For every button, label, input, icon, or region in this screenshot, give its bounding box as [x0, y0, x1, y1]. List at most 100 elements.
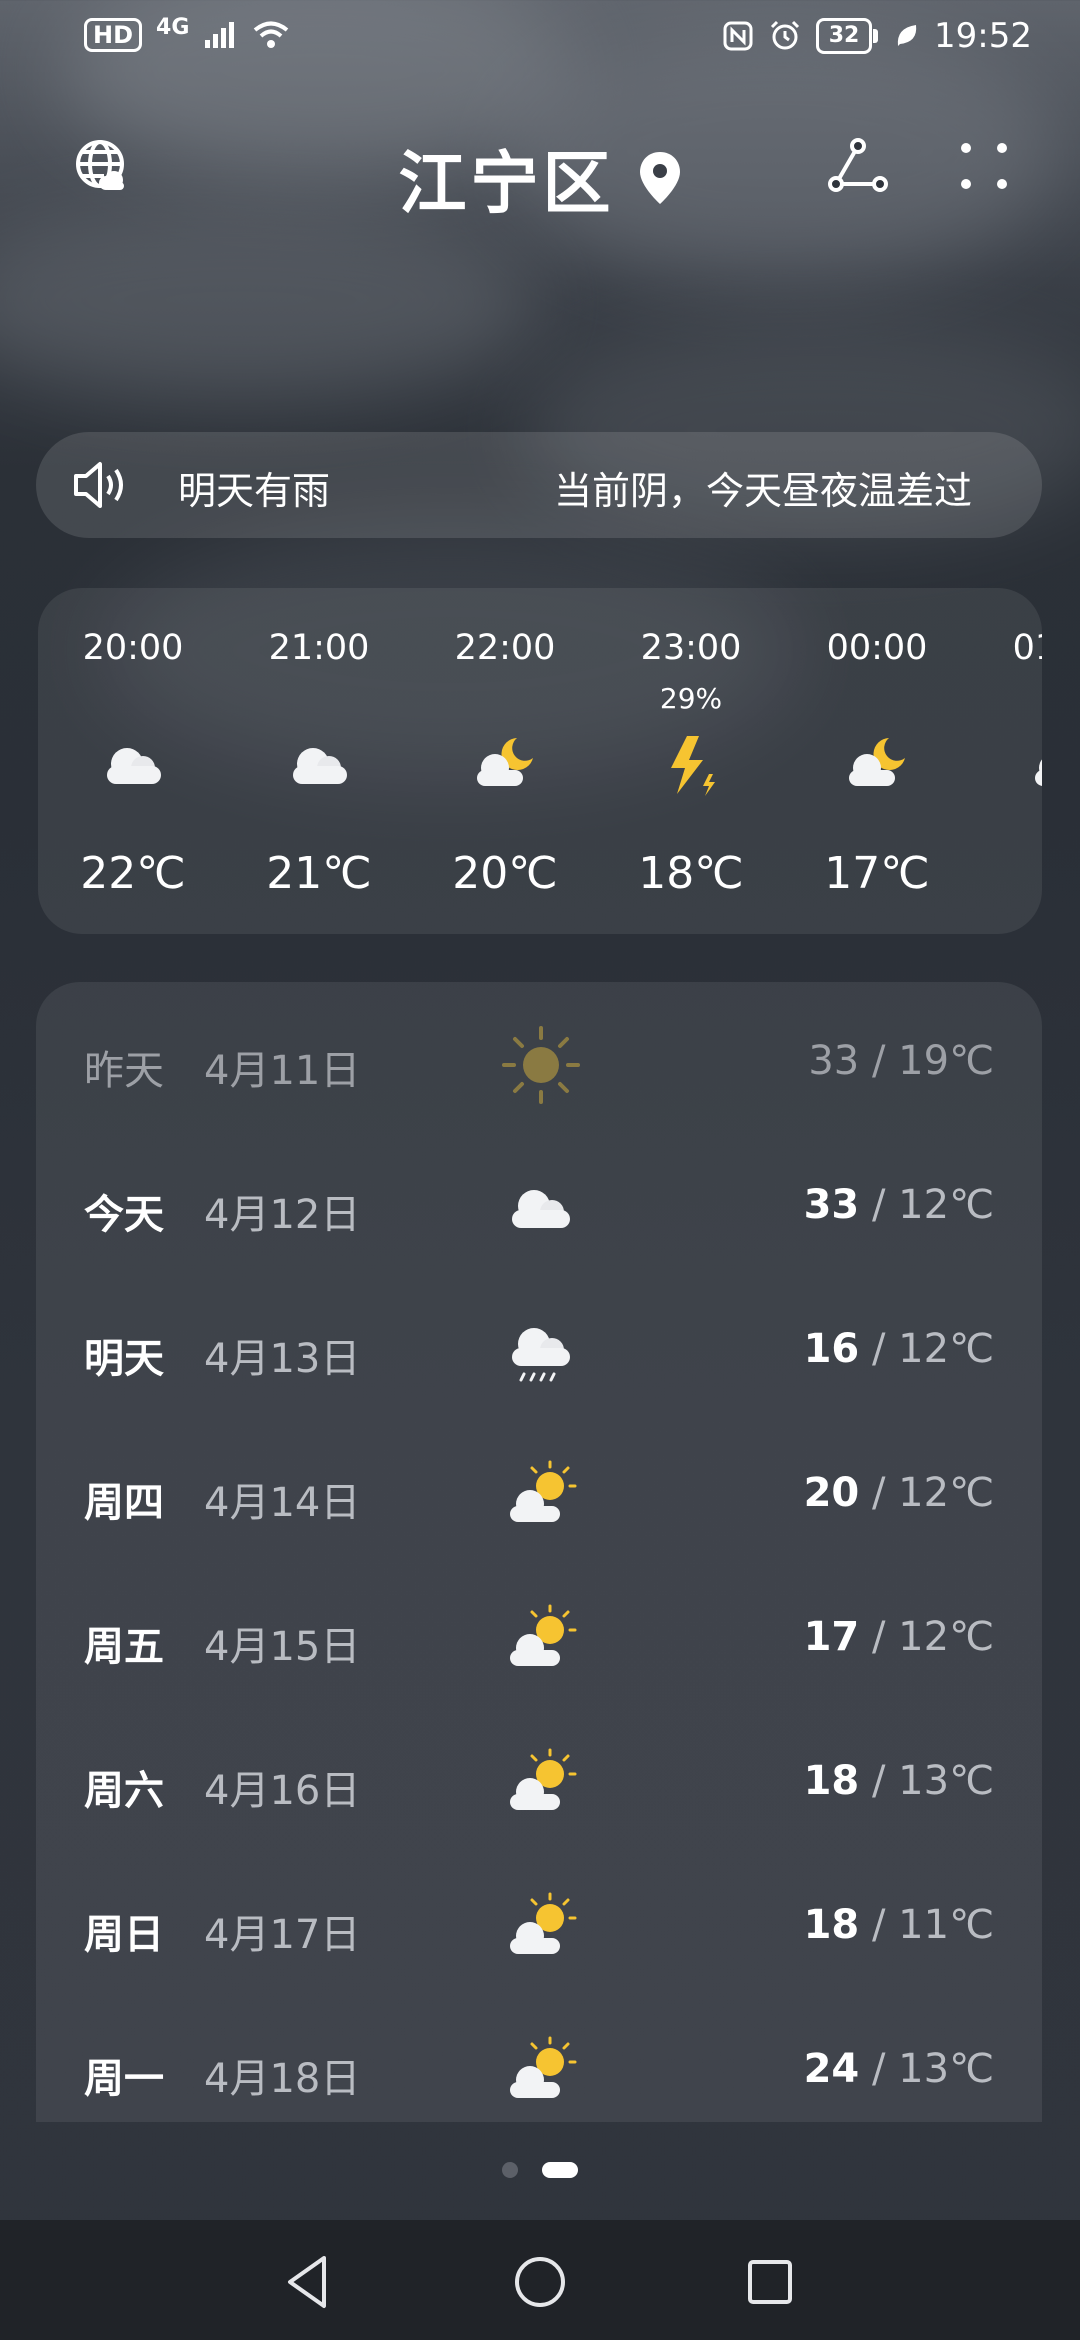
sun-icon	[502, 1026, 580, 1104]
day-date: 4月15日	[204, 1624, 361, 1670]
day-date: 4月13日	[204, 1336, 361, 1382]
hour-temp: 22℃	[80, 848, 186, 899]
header: 江宁区	[0, 120, 1080, 224]
day-date: 4月12日	[204, 1192, 361, 1238]
day-name: 明天	[84, 1336, 164, 1382]
moon-cloud-icon	[1035, 759, 1042, 786]
daily-row[interactable]: 周一 4月18日 24 / 13℃	[36, 2010, 1042, 2122]
thunder-icon	[671, 736, 715, 796]
temp-high: 33	[808, 1038, 860, 1084]
daily-row[interactable]: 周五 4月15日 17 / 12℃	[36, 1578, 1042, 1698]
recents-icon[interactable]	[738, 2250, 802, 2314]
day-name: 周日	[84, 1912, 164, 1958]
hour-time: 00:00	[826, 628, 928, 668]
hour-time: 21:00	[268, 628, 370, 668]
hd-icon: HD	[84, 18, 143, 52]
day-temp-range: 18 / 11℃	[804, 1902, 994, 1948]
day-temp-range: 33 / 19℃	[808, 1038, 994, 1084]
battery-icon: 32	[816, 18, 879, 54]
cloud-icon	[512, 1190, 570, 1228]
daily-row[interactable]: 明天 4月13日 16 / 12℃	[36, 1290, 1042, 1410]
day-temp-range: 20 / 12℃	[804, 1470, 994, 1516]
home-icon[interactable]	[508, 2250, 572, 2314]
hourly-forecast-card[interactable]: 20:00 22℃ 21:00 21℃ 22:00 20℃ 23:00 29%	[38, 588, 1042, 934]
day-name: 昨天	[84, 1048, 164, 1094]
page-dot-active[interactable]	[542, 2162, 578, 2178]
temp-high: 24	[803, 2046, 860, 2092]
partly-sunny-icon	[510, 1748, 577, 1810]
hour-temp: 1	[970, 848, 1042, 899]
partly-sunny-icon	[510, 1892, 577, 1954]
partly-sunny-icon	[510, 2036, 577, 2098]
day-name: 周四	[84, 1480, 164, 1526]
partly-sunny-icon	[510, 1604, 577, 1666]
ticker-text-tomorrow: 明天有雨	[178, 469, 331, 513]
signal-icon: 4G	[156, 14, 190, 40]
back-icon[interactable]	[278, 2250, 342, 2314]
hour-time: 01:00	[1012, 628, 1042, 668]
day-date: 4月18日	[204, 2056, 361, 2102]
clock-time: 19:52	[934, 16, 1032, 56]
city-name[interactable]: 江宁区	[398, 145, 614, 224]
day-temp-range: 17 / 12℃	[804, 1614, 994, 1660]
daily-forecast-card[interactable]: 昨天 4月11日 33 / 19℃ 今天 4月12日 33 / 12℃ 明天 4…	[36, 982, 1042, 2122]
day-name: 周六	[84, 1768, 164, 1814]
wifi-icon	[254, 21, 289, 48]
hour-time: 20:00	[82, 628, 184, 668]
location-pin-icon[interactable]	[638, 150, 682, 206]
day-date: 4月16日	[204, 1768, 361, 1814]
daily-row[interactable]: 周四 4月14日 20 / 12℃	[36, 1434, 1042, 1554]
temp-low: / 12℃	[859, 1326, 994, 1372]
temp-high: 18	[803, 1902, 860, 1948]
temp-low: / 13℃	[859, 2046, 994, 2092]
partly-sunny-icon	[510, 1460, 577, 1522]
hour-precip: 29%	[659, 682, 723, 715]
share-icon[interactable]	[826, 136, 890, 200]
day-name: 周五	[84, 1624, 164, 1670]
hour-temp: 17℃	[824, 848, 930, 899]
daily-row[interactable]: 昨天 4月11日 33 / 19℃	[36, 1002, 1042, 1122]
moon-cloud-icon	[477, 738, 533, 786]
status-bar: HD 4G 32 19:52	[0, 0, 1080, 80]
signal-bars-icon	[205, 22, 235, 48]
temp-low: / 19℃	[859, 1038, 994, 1084]
daily-row[interactable]: 周日 4月17日 18 / 11℃	[36, 1866, 1042, 1986]
moon-cloud-icon	[849, 738, 905, 786]
alarm-icon	[770, 20, 800, 50]
daily-row[interactable]: 今天 4月12日 33 / 12℃	[36, 1146, 1042, 1266]
daily-row[interactable]: 周六 4月16日 18 / 13℃	[36, 1722, 1042, 1842]
day-date: 4月17日	[204, 1912, 361, 1958]
nfc-icon	[723, 21, 753, 51]
eco-leaf-icon	[897, 25, 917, 46]
day-temp-range: 33 / 12℃	[804, 1182, 994, 1228]
day-name: 今天	[84, 1192, 164, 1238]
temp-high: 18	[803, 1758, 860, 1804]
cloud-icon	[293, 748, 347, 784]
hour-temp: 21℃	[266, 848, 372, 899]
hour-time: 22:00	[454, 628, 556, 668]
page-indicator	[0, 2162, 1080, 2182]
day-temp-range: 18 / 13℃	[804, 1758, 994, 1804]
temp-low: / 13℃	[859, 1758, 994, 1804]
ticker-text-current: 当前阴，今天昼夜温差过	[554, 469, 973, 513]
cloud-icon	[107, 748, 161, 784]
system-navigation-bar	[0, 2220, 1080, 2340]
more-icon[interactable]	[958, 140, 1010, 192]
temp-high: 16	[803, 1326, 860, 1372]
hour-time: 23:00	[640, 628, 742, 668]
rain-cloud-icon	[512, 1328, 570, 1382]
weather-announcement[interactable]: 明天有雨 当前阴，今天昼夜温差过	[36, 432, 1042, 538]
day-name: 周一	[84, 2056, 164, 2102]
speaker-icon[interactable]	[70, 460, 130, 510]
day-date: 4月14日	[204, 1480, 361, 1526]
temp-low: / 12℃	[859, 1182, 994, 1228]
temp-low: / 12℃	[859, 1470, 994, 1516]
temp-low: / 11℃	[859, 1902, 994, 1948]
hour-temp: 20℃	[452, 848, 558, 899]
temp-high: 20	[803, 1470, 860, 1516]
day-temp-range: 16 / 12℃	[804, 1326, 994, 1372]
hour-temp: 18℃	[638, 848, 744, 899]
temp-high: 17	[803, 1614, 860, 1660]
page-dot[interactable]	[502, 2162, 518, 2178]
temp-high: 33	[803, 1182, 860, 1228]
